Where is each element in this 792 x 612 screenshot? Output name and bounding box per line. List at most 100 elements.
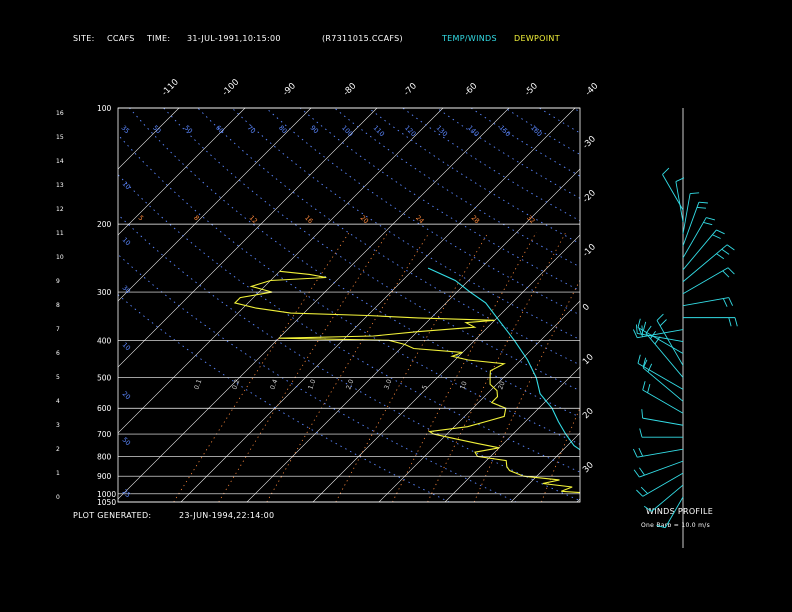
- wind-barb-flag: [696, 206, 707, 209]
- wind-barb: [682, 202, 700, 247]
- mixing-ratio-mid-label: 0.1: [192, 378, 203, 390]
- dry-adiabat-line: [231, 108, 580, 341]
- height-km-label: 15: [56, 134, 64, 141]
- height-km-label: 4: [56, 398, 60, 405]
- dry-adiabat-line: [118, 174, 580, 473]
- isotherm-line: [118, 108, 444, 434]
- isotherm-line: [378, 300, 580, 502]
- wind-barb: [642, 417, 684, 426]
- dry-adiabat-line: [197, 108, 580, 366]
- mixing-ratio-mid-label: 1.0: [306, 378, 317, 390]
- dry-adiabat-line: [118, 253, 517, 502]
- potential-temp-label: 80: [277, 124, 289, 136]
- wind-barb: [682, 217, 707, 259]
- height-km-label: 3: [56, 422, 60, 429]
- wind-barb-flag: [734, 317, 738, 327]
- potential-temp-label: 140: [466, 124, 480, 138]
- isotherm-line: [118, 108, 510, 500]
- mixing-ratio-label: 24: [414, 214, 426, 226]
- isotherm-right-label: -20: [581, 188, 598, 205]
- potential-temp-label: 50: [183, 124, 195, 136]
- isotherm-top-label: -80: [342, 81, 359, 98]
- isobar-label: 300: [97, 288, 112, 297]
- wind-barb-flag: [656, 313, 664, 321]
- wind-barb-flag: [639, 467, 645, 476]
- height-km-label: 6: [56, 350, 60, 357]
- wind-barb-flag: [647, 383, 651, 393]
- isobar-label: 900: [97, 472, 112, 481]
- isotherm-right-label: 0: [581, 302, 592, 313]
- mixing-ratio-line: [392, 232, 537, 502]
- isotherm-right-label: 10: [581, 352, 596, 367]
- wind-barb: [664, 496, 684, 528]
- skewt-chart: 1002003004005006007008009001000105016151…: [56, 77, 792, 548]
- potential-temp-label: 70: [246, 124, 258, 136]
- wind-barb: [637, 448, 684, 458]
- isotherm-top-label: -40: [584, 81, 601, 98]
- mixing-ratio-mid-label: 10: [458, 380, 468, 391]
- potential-temp-label: 90: [309, 124, 321, 136]
- dry-adiabat-line: [163, 108, 580, 392]
- isobar-label: 700: [97, 430, 112, 439]
- potential-temp-left-label: 20: [121, 390, 133, 402]
- wind-barb: [637, 362, 684, 390]
- height-km-label: 12: [56, 206, 64, 213]
- wind-barb-flag: [641, 325, 644, 335]
- isotherm-line: [118, 108, 180, 170]
- potential-temp-label: 150: [498, 124, 512, 138]
- wind-barb-flag: [638, 447, 644, 457]
- isobar-label: 400: [97, 336, 112, 345]
- dry-adiabat-line: [118, 294, 450, 502]
- plot-area: [118, 108, 792, 502]
- wind-barb-flag: [706, 217, 716, 221]
- potential-temp-label: 100: [340, 124, 354, 138]
- mixing-ratio-mid-label: 2.0: [344, 378, 355, 390]
- wind-barb-flag: [639, 428, 643, 438]
- isotherm-top-label: -60: [463, 81, 480, 98]
- isobar-label: 500: [97, 374, 112, 383]
- height-km-label: 9: [56, 278, 60, 285]
- mixing-ratio-label: 20: [359, 214, 371, 226]
- dry-adiabat-line: [539, 108, 580, 134]
- wind-barb-flag: [716, 229, 725, 235]
- mixing-ratio-line: [173, 232, 350, 502]
- isotherm-line: [775, 108, 792, 502]
- wind-barb-flag: [722, 270, 730, 278]
- isotherm-top-label: -100: [221, 77, 242, 98]
- isobar-label: 100: [97, 104, 112, 113]
- dry-adiabat-line: [402, 108, 580, 222]
- wind-barb-flag: [636, 489, 644, 497]
- mixing-ratio-line: [614, 232, 721, 502]
- wind-barb: [682, 193, 691, 234]
- dewpoint-line: [233, 270, 580, 494]
- wind-barb-flag: [641, 409, 644, 419]
- potential-temp-label: 120: [403, 124, 417, 138]
- isobar-label: 1050: [97, 498, 116, 507]
- wind-barb: [675, 181, 684, 223]
- potential-temp-left-label: 50: [121, 436, 133, 448]
- isotherm-right-label: -10: [581, 242, 598, 259]
- potential-temp-label: 130: [435, 124, 449, 138]
- isobar-label: 800: [97, 452, 112, 461]
- height-km-label: 8: [56, 302, 60, 309]
- mixing-ratio-mid-label: 20: [496, 380, 506, 391]
- mixing-ratio-label: 32: [525, 214, 537, 226]
- mixing-ratio-line: [335, 232, 489, 502]
- isotherm-right-label: -30: [581, 134, 598, 151]
- wind-barb-flag: [633, 469, 640, 478]
- isotherm-right-label: 30: [581, 460, 596, 475]
- height-km-label: 0: [56, 494, 60, 501]
- isotherm-line: [510, 432, 580, 502]
- height-km-label: 1: [56, 470, 60, 477]
- wind-barb: [642, 472, 684, 497]
- wind-barb: [682, 244, 728, 283]
- dry-adiabat-line: [676, 108, 792, 502]
- wind-barb-flag: [716, 253, 725, 260]
- wind-barb-flag: [656, 524, 666, 529]
- mixing-ratio-label: 8: [192, 214, 201, 223]
- wind-barb-flag: [635, 324, 638, 334]
- isotherm-line: [180, 108, 576, 502]
- wind-barb: [639, 460, 684, 478]
- mixing-ratio-label: 28: [470, 214, 482, 226]
- mixing-ratio-mid-label: 0.2: [230, 378, 241, 390]
